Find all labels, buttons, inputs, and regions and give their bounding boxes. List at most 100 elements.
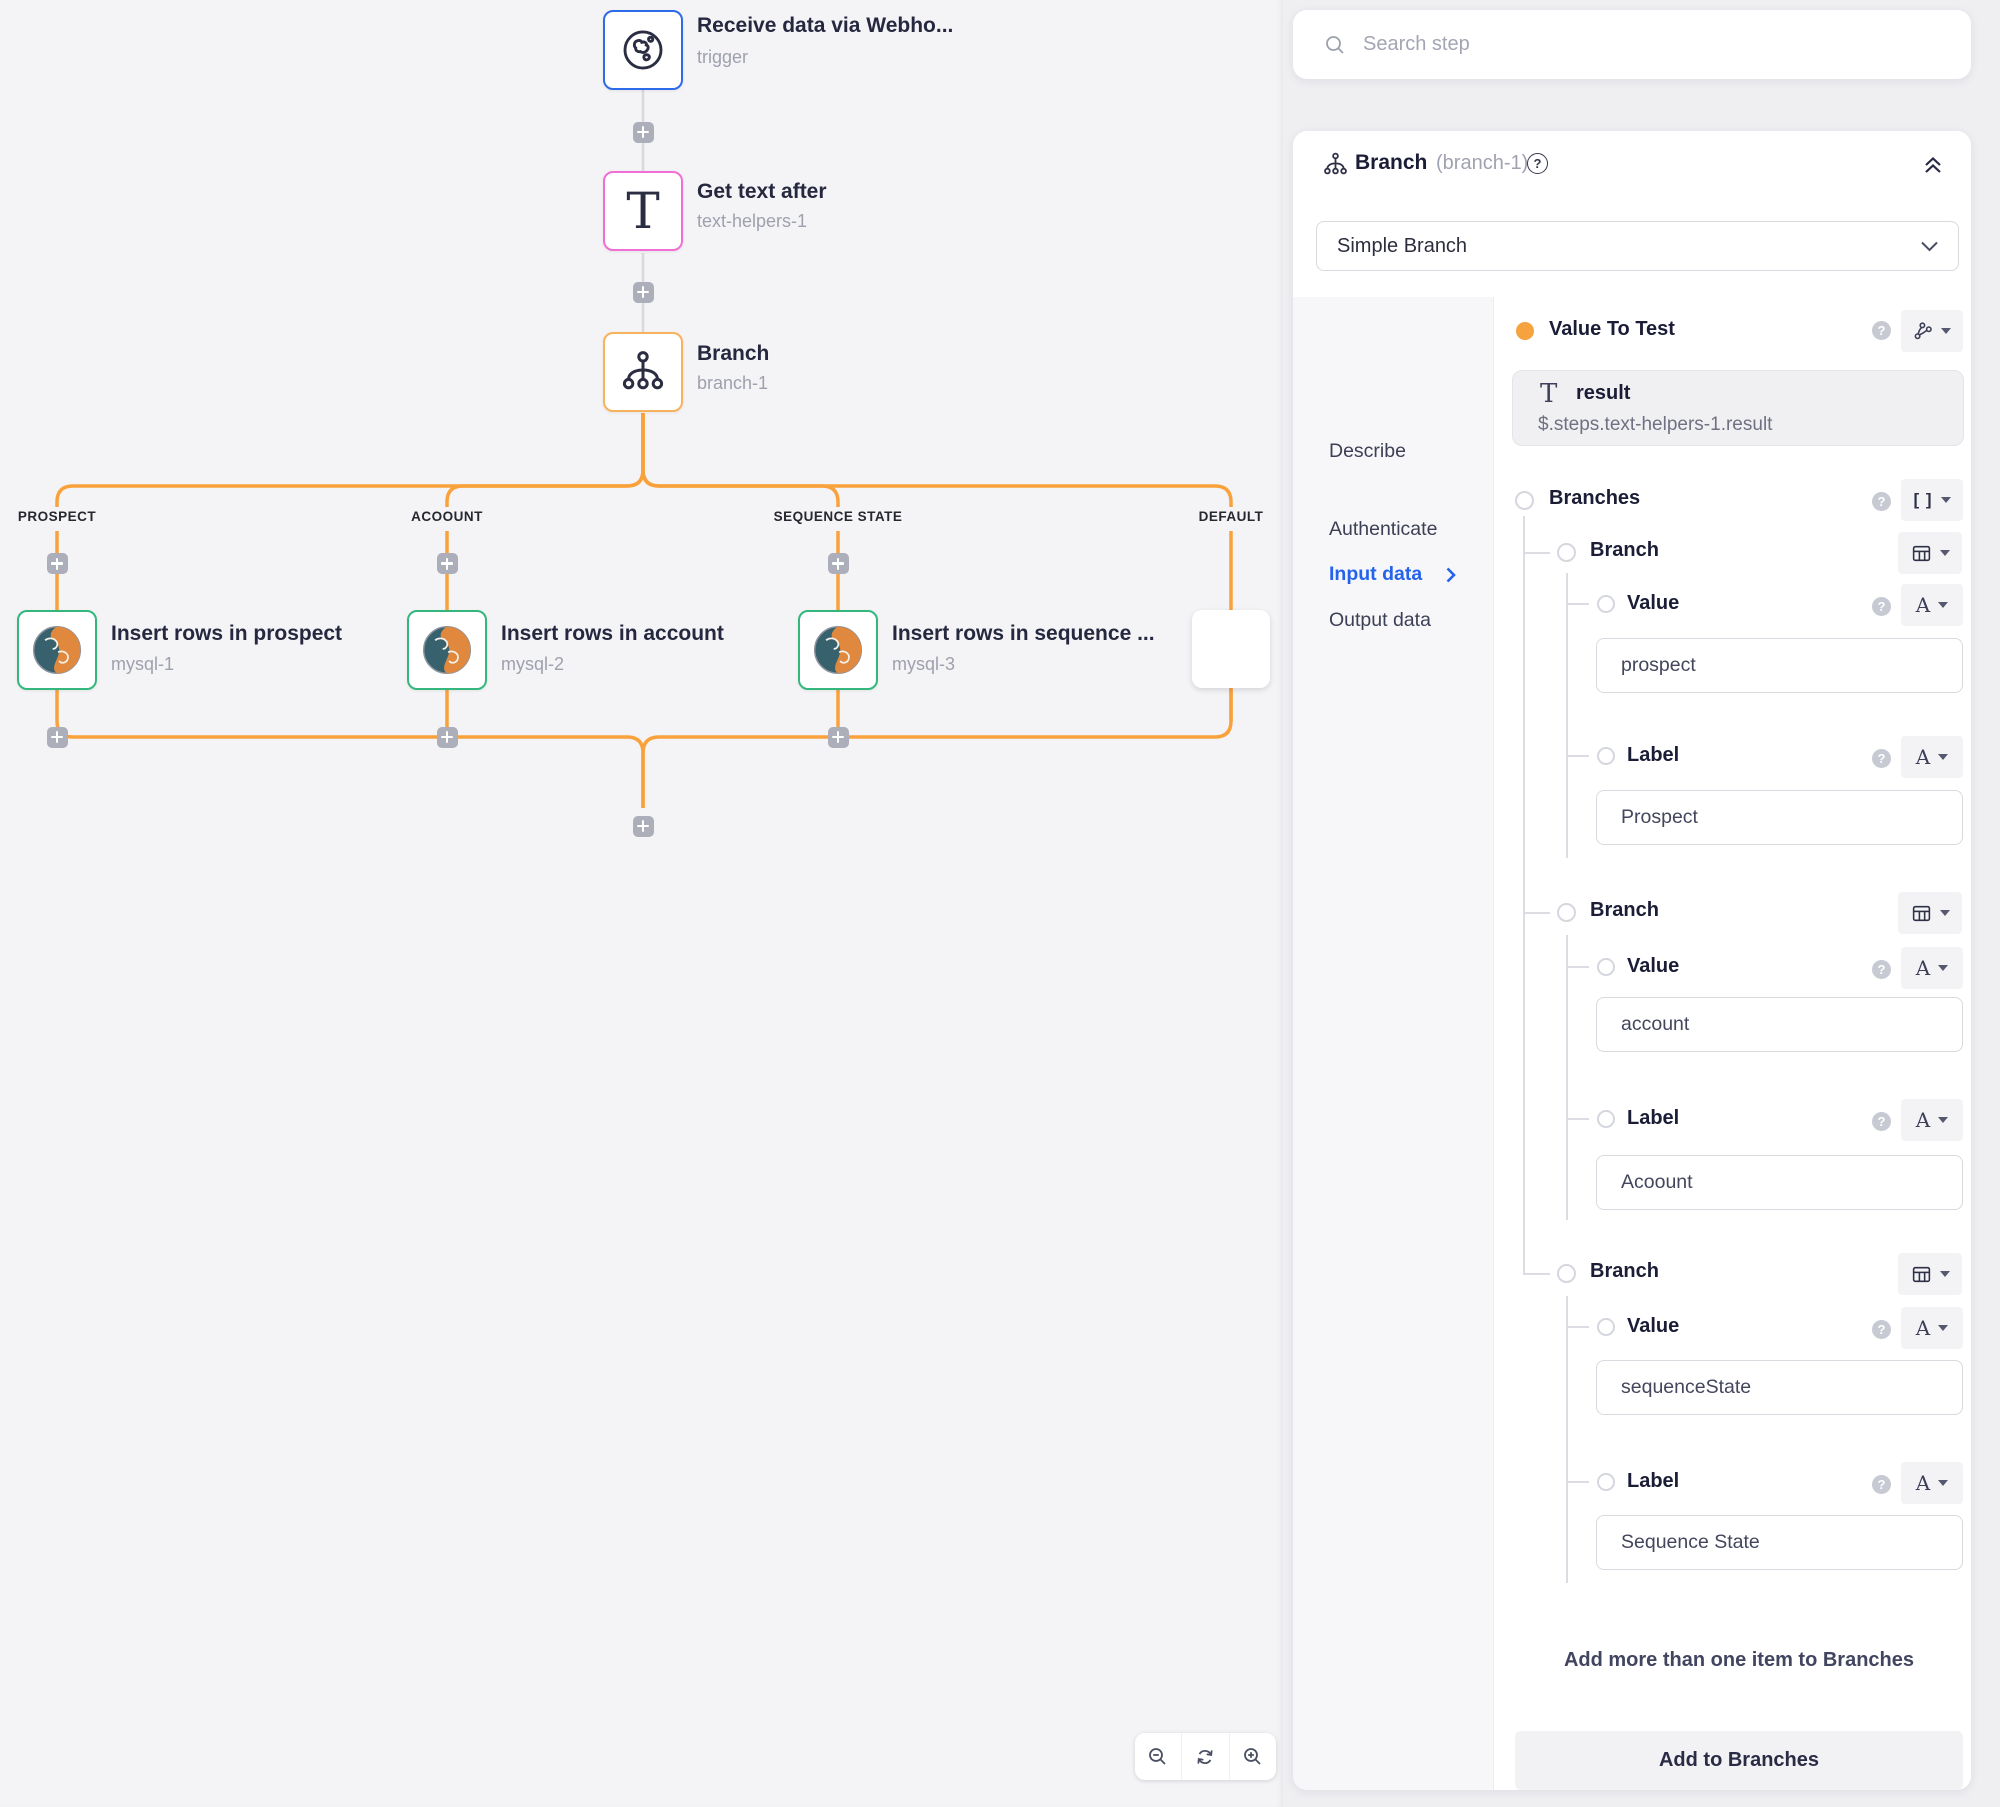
nav-describe[interactable]: Describe [1329,440,1406,463]
add-step-button[interactable] [47,727,68,748]
branch-item-label: Branch [1590,899,1659,922]
step-search-bar [1293,10,1971,79]
branches-label: Branches [1549,487,1640,510]
token-name: result [1576,382,1630,405]
branch-3-label-input[interactable] [1596,1515,1963,1570]
search-icon [1323,33,1347,57]
add-step-button[interactable] [633,122,654,143]
panel-title: Branch [1355,151,1427,175]
field-type-selector[interactable] [1901,310,1963,352]
mysql-3-subtitle: mysql-3 [892,654,955,675]
text-helper-node[interactable]: T [603,171,683,251]
trigger-node[interactable] [603,10,683,90]
help-icon[interactable]: ? [1872,321,1891,340]
field-radio[interactable] [1597,595,1615,613]
field-type-selector[interactable]: A [1901,1462,1963,1504]
reset-view-button[interactable] [1181,1733,1228,1780]
branch-1-label-input[interactable] [1596,790,1963,845]
string-type-glyph: A [1916,956,1930,980]
branch-path-label-prospect: PROSPECT [18,509,96,524]
field-radio[interactable] [1515,491,1534,510]
branch-1-value-input[interactable] [1596,638,1963,693]
nav-output-data[interactable]: Output data [1329,609,1431,632]
label-field-label: Label [1627,744,1679,767]
help-icon[interactable]: ? [1527,153,1548,174]
field-type-selector[interactable]: A [1901,947,1963,989]
nav-authenticate[interactable]: Authenticate [1329,518,1437,541]
branch-3-value-input[interactable] [1596,1360,1963,1415]
table-type-icon [1911,1264,1932,1285]
tree-line [1566,1481,1589,1483]
chevron-right-icon [1446,567,1456,583]
field-radio[interactable] [1597,1318,1615,1336]
field-type-selector[interactable]: A [1901,1099,1963,1141]
label-field-label: Label [1627,1107,1679,1130]
add-step-button[interactable] [47,553,68,574]
operation-select[interactable]: Simple Branch [1316,221,1959,271]
caret-down-icon [1941,497,1951,503]
add-step-button[interactable] [633,282,654,303]
search-input[interactable] [1361,32,1971,57]
branch-2-label-input[interactable] [1596,1155,1963,1210]
help-icon[interactable]: ? [1872,1112,1891,1131]
help-icon[interactable]: ? [1872,749,1891,768]
field-radio[interactable] [1597,1473,1615,1491]
field-type-selector[interactable]: [ ] [1901,479,1963,521]
refresh-icon [1193,1745,1217,1769]
field-radio[interactable] [1557,903,1576,922]
help-icon[interactable]: ? [1872,960,1891,979]
mysql-node-1[interactable] [17,610,97,690]
chevron-down-icon [1921,241,1938,252]
help-icon[interactable]: ? [1872,492,1891,511]
field-radio[interactable] [1597,958,1615,976]
field-type-selector[interactable]: A [1901,584,1963,626]
field-radio[interactable] [1557,543,1576,562]
help-icon[interactable]: ? [1872,597,1891,616]
value-field-label: Value [1627,955,1679,978]
default-branch-placeholder-node[interactable] [1192,610,1270,688]
nav-input-data[interactable]: Input data [1329,563,1456,586]
collapse-panel-icon[interactable] [1921,153,1945,177]
tree-line [1523,1273,1550,1275]
tree-line [1566,966,1589,968]
mysql-node-2[interactable] [407,610,487,690]
add-step-button[interactable] [437,727,458,748]
tree-line [1523,516,1525,1274]
branch-path-label-account: ACOOUNT [411,509,483,524]
field-type-selector[interactable] [1898,532,1962,574]
workflow-canvas[interactable]: Receive data via Webho... trigger T Get … [0,0,1283,1807]
string-type-glyph: A [1916,1316,1930,1340]
field-type-selector[interactable] [1898,1253,1962,1295]
add-step-button[interactable] [437,553,458,574]
zoom-in-button[interactable] [1229,1733,1276,1780]
text-icon: T [626,186,659,236]
add-step-button[interactable] [633,816,654,837]
zoom-out-icon [1146,1745,1170,1769]
branch-2-value-input[interactable] [1596,997,1963,1052]
add-to-branches-button[interactable]: Add to Branches [1515,1731,1963,1790]
caret-down-icon [1938,965,1948,971]
mysql-2-title: Insert rows in account [501,622,724,646]
help-icon[interactable]: ? [1872,1320,1891,1339]
field-radio[interactable] [1597,747,1615,765]
value-to-test-token[interactable]: T result $.steps.text-helpers-1.result [1512,370,1964,446]
branch-path-label-sequence-state: SEQUENCE STATE [774,509,903,524]
branch-node[interactable] [603,332,683,412]
caret-down-icon [1940,1271,1950,1277]
field-radio[interactable] [1557,1264,1576,1283]
field-type-selector[interactable]: A [1901,1307,1963,1349]
string-type-glyph: A [1916,1108,1930,1132]
caret-down-icon [1938,754,1948,760]
add-branches-hint: Add more than one item to Branches [1515,1649,1963,1672]
field-type-selector[interactable] [1898,892,1962,934]
branch-step-subtitle: branch-1 [697,373,768,394]
mysql-node-3[interactable] [798,610,878,690]
mysql-2-subtitle: mysql-2 [501,654,564,675]
zoom-out-button[interactable] [1135,1733,1181,1780]
add-step-button[interactable] [828,553,849,574]
caret-down-icon [1940,550,1950,556]
field-type-selector[interactable]: A [1901,736,1963,778]
help-icon[interactable]: ? [1872,1475,1891,1494]
add-step-button[interactable] [828,727,849,748]
field-radio[interactable] [1597,1110,1615,1128]
